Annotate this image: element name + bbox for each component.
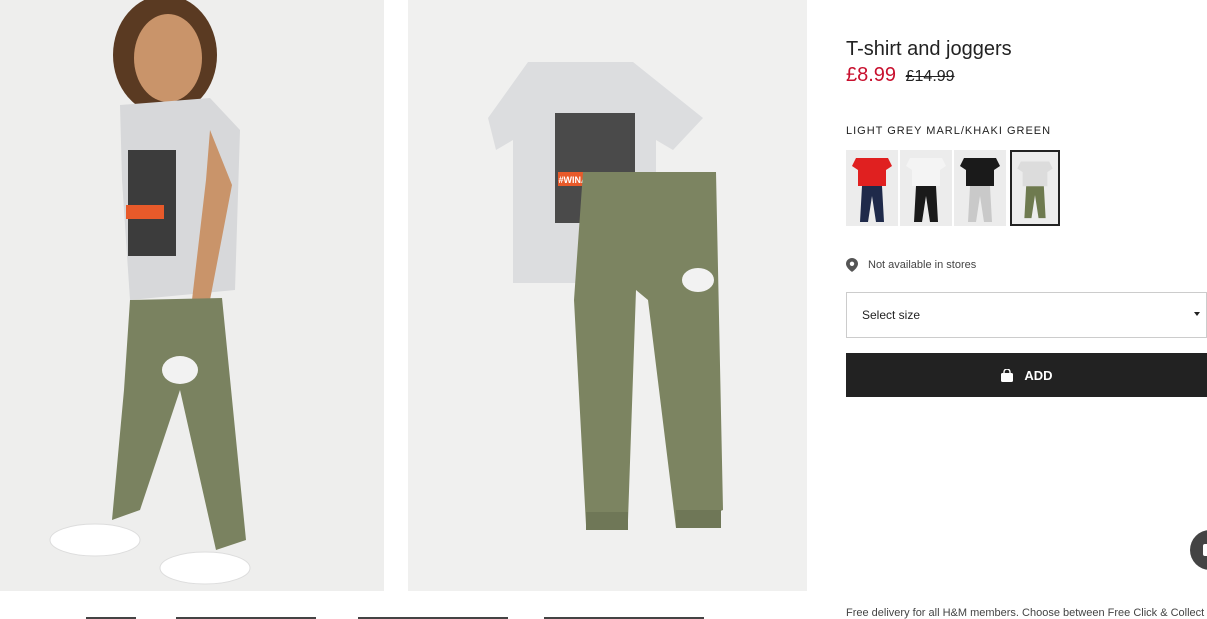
- swatch-black-top-grey-joggers[interactable]: [954, 150, 1006, 226]
- swatch-thumbnail: [954, 150, 1006, 226]
- shopping-bag-icon: [1001, 368, 1014, 382]
- sale-price: £8.99: [846, 64, 897, 86]
- store-availability-text: Not available in stores: [868, 259, 977, 271]
- original-price: £14.99: [905, 68, 955, 85]
- product-title: T-shirt and joggers: [846, 38, 1012, 60]
- map-pin-icon: [846, 258, 858, 272]
- swatch-grey-top-khaki-joggers[interactable]: [1010, 150, 1060, 226]
- swatch-thumbnail: [900, 150, 952, 226]
- model-illustration: [0, 0, 384, 591]
- add-to-bag-button[interactable]: ADD: [846, 353, 1207, 397]
- swatch-thumbnail: [846, 150, 898, 226]
- size-select[interactable]: Select size: [846, 292, 1207, 338]
- flatlay-illustration: #WINASAURUS: [408, 0, 807, 591]
- store-availability: Not available in stores: [846, 258, 976, 272]
- product-price: £8.99 £14.99: [846, 64, 955, 87]
- product-image-flatlay[interactable]: #WINASAURUS: [408, 0, 807, 591]
- caret-down-icon: [1194, 312, 1200, 316]
- color-swatches: [846, 150, 1060, 226]
- swatch-thumbnail: [1012, 154, 1058, 222]
- chat-button[interactable]: [1190, 530, 1207, 570]
- add-button-label: ADD: [1024, 367, 1053, 383]
- selected-color-name: LIGHT GREY MARL/KHAKI GREEN: [846, 125, 1052, 137]
- swatch-red-top-navy-joggers[interactable]: [846, 150, 898, 226]
- chat-icon: [1203, 544, 1207, 556]
- free-delivery-text: Free delivery for all H&M members. Choos…: [846, 607, 1205, 619]
- size-select-placeholder: Select size: [862, 308, 921, 322]
- product-image-model[interactable]: [0, 0, 384, 591]
- swatch-white-top-black-joggers[interactable]: [900, 150, 952, 226]
